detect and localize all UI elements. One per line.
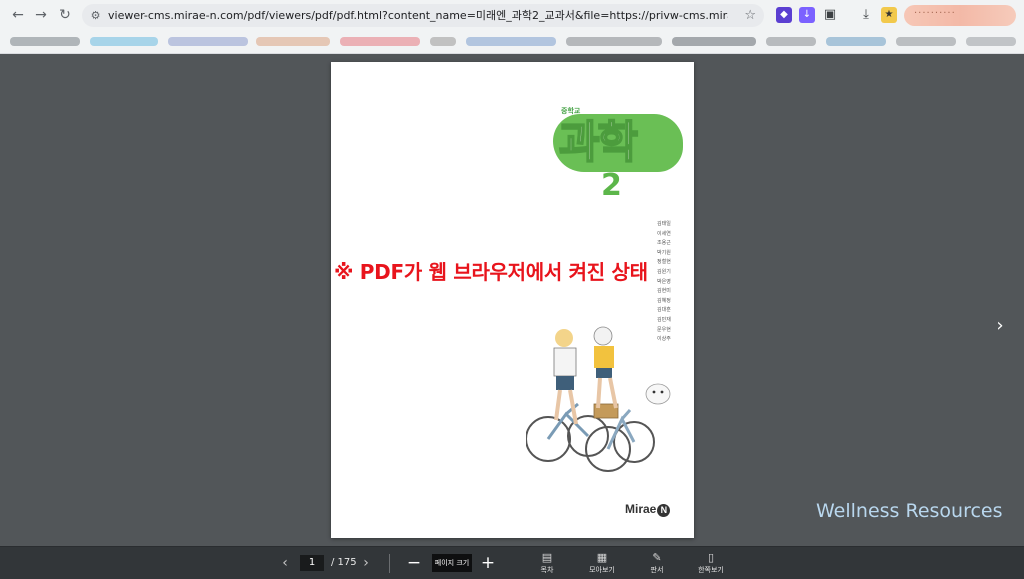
browser-toolbar: ← → ↻ ⚙ viewer-cms.mirae-n.com/pdf/viewe… [0, 0, 1024, 30]
author-name: 박기원 [657, 249, 671, 256]
bookmark-item[interactable] [672, 37, 756, 46]
pdf-page[interactable]: 중학교 과학 2 김태일 이세연 조용근 박기원 정철현 김원기 박은영 김현미… [331, 62, 694, 538]
single-page-icon: ▯ [707, 551, 715, 564]
bookmark-star-icon[interactable]: ☆ [744, 7, 756, 24]
site-info-icon[interactable]: ⚙ [88, 8, 103, 23]
cover-title: 과학 [558, 117, 639, 169]
next-page-icon[interactable]: › [358, 553, 374, 573]
prev-page-icon[interactable]: ‹ [277, 553, 293, 573]
author-name: 조용근 [657, 240, 671, 247]
author-name: 정철현 [657, 259, 671, 266]
url-text[interactable]: viewer-cms.mirae-n.com/pdf/viewers/pdf/p… [108, 4, 728, 27]
author-name: 김현미 [657, 288, 671, 295]
bookmark-item[interactable] [566, 37, 662, 46]
annotate-label: 판서 [650, 566, 664, 574]
publisher-logo: Mirae N [625, 502, 671, 517]
annotate-button[interactable]: ✎ 판서 [637, 551, 677, 579]
single-page-label: 한쪽보기 [698, 566, 724, 574]
thumbnail-view-label: 모아보기 [589, 566, 615, 574]
pen-icon: ✎ [652, 551, 662, 564]
back-icon[interactable]: ← [8, 5, 28, 25]
author-name: 김태일 [657, 221, 671, 227]
toc-icon: ▤ [541, 551, 553, 564]
toc-label: 목차 [540, 566, 554, 574]
bookmark-item[interactable] [966, 37, 1016, 46]
address-bar[interactable]: ⚙ viewer-cms.mirae-n.com/pdf/viewers/pdf… [82, 4, 764, 27]
bookmark-item[interactable] [90, 37, 158, 46]
cover-grade: 2 [601, 168, 622, 203]
profile-button[interactable]: ·········· [904, 5, 1016, 26]
extensions-puzzle-icon[interactable]: ▣ [822, 7, 838, 23]
zoom-in-button[interactable]: + [479, 552, 497, 574]
next-page-chevron-icon[interactable]: › [990, 316, 1010, 336]
author-name: 박은영 [657, 278, 671, 285]
bookmarks-bar [0, 30, 1024, 52]
reload-icon[interactable]: ↻ [55, 5, 75, 25]
bookmark-item[interactable] [896, 37, 956, 46]
toc-button[interactable]: ▤ 목차 [527, 551, 567, 579]
page-number-input[interactable]: 1 [300, 555, 324, 571]
bookmark-item[interactable] [466, 37, 556, 46]
zoom-out-button[interactable]: − [405, 552, 423, 574]
extension-icon-3[interactable]: ★ [881, 7, 897, 23]
toolbar-divider [389, 554, 390, 573]
watermark-text: Wellness Resources [816, 500, 1003, 522]
bookmark-item[interactable] [430, 37, 456, 46]
extension-icon-2[interactable]: ↓ [799, 7, 815, 23]
viewer-bottom-bar: ‹ 1 / 175 › − 페이지 크기 + ▤ 목차 ▦ 모아보기 ✎ 판서 … [0, 546, 1024, 579]
author-name: 김혜정 [657, 297, 671, 304]
single-page-button[interactable]: ▯ 한쪽보기 [691, 551, 731, 579]
bookmark-item[interactable] [256, 37, 330, 46]
publisher-logo-badge: N [657, 504, 671, 517]
forward-icon[interactable]: → [31, 5, 51, 25]
author-name: 김원기 [657, 268, 671, 275]
pdf-viewer[interactable]: 중학교 과학 2 김태일 이세연 조용근 박기원 정철현 김원기 박은영 김현미… [0, 54, 1024, 546]
profile-label: ·········· [914, 8, 956, 19]
overlay-caption: ※ PDF가 웹 브라우저에서 켜진 상태 [334, 260, 648, 284]
bookmark-item[interactable] [340, 37, 420, 46]
browser-chrome: ← → ↻ ⚙ viewer-cms.mirae-n.com/pdf/viewe… [0, 0, 1024, 54]
publisher-logo-text: Mirae [625, 502, 657, 516]
author-name: 김대훈 [657, 307, 671, 314]
thumbnail-view-button[interactable]: ▦ 모아보기 [582, 551, 622, 579]
page-total: / 175 [331, 557, 357, 568]
bookmark-item[interactable] [766, 37, 816, 46]
grid-icon: ▦ [596, 551, 608, 564]
bookmark-item[interactable] [168, 37, 248, 46]
zoom-select[interactable]: 페이지 크기 [432, 554, 472, 572]
author-name: 이세연 [657, 230, 671, 237]
bookmark-item[interactable] [826, 37, 886, 46]
extension-icon-1[interactable]: ◆ [776, 7, 792, 23]
cyclists-illustration [526, 326, 671, 472]
downloads-icon[interactable]: ⤓ [858, 7, 874, 23]
bookmark-item[interactable] [10, 37, 80, 46]
